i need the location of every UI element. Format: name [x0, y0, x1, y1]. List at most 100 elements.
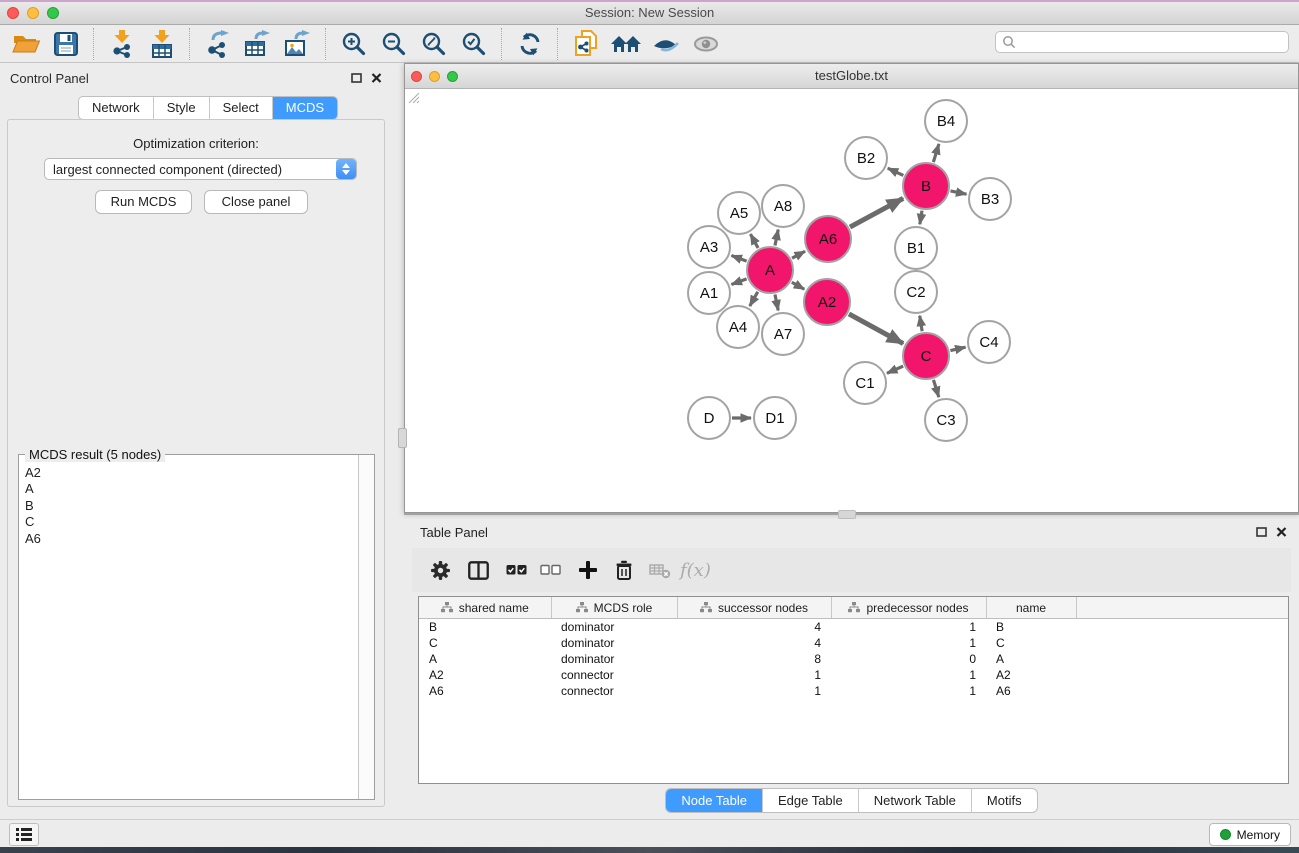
table-row[interactable]: A2connector11A2	[419, 667, 1288, 683]
tab-select[interactable]: Select	[210, 97, 273, 119]
tab-network-table[interactable]: Network Table	[859, 789, 972, 812]
new-network-from-selection-button[interactable]	[566, 27, 606, 61]
vertical-splitter-handle[interactable]	[398, 428, 407, 448]
graph-node-A8[interactable]: A8	[762, 185, 804, 227]
save-session-button[interactable]	[46, 27, 86, 61]
graph-edge[interactable]	[950, 347, 965, 350]
column-header-predecessor-nodes[interactable]: predecessor nodes	[831, 597, 986, 619]
graph-node-A4[interactable]: A4	[717, 306, 759, 348]
export-network-button[interactable]	[198, 27, 238, 61]
export-table-button[interactable]	[238, 27, 278, 61]
graph-node-A[interactable]: A	[747, 247, 793, 293]
graph-node-C3[interactable]: C3	[925, 399, 967, 441]
resize-grip-icon[interactable]	[405, 89, 420, 104]
graph-node-D1[interactable]: D1	[754, 397, 796, 439]
graph-node-A3[interactable]: A3	[688, 226, 730, 268]
tab-edge-table[interactable]: Edge Table	[763, 789, 859, 812]
graph-edge[interactable]	[775, 230, 778, 246]
mcds-result-item[interactable]: C	[25, 514, 353, 530]
graph-node-C2[interactable]: C2	[895, 271, 937, 313]
float-panel-icon[interactable]	[1256, 527, 1267, 537]
zoom-in-button[interactable]	[334, 27, 374, 61]
graph-node-C1[interactable]: C1	[844, 362, 886, 404]
zoom-fit-button[interactable]	[414, 27, 454, 61]
graph-node-B1[interactable]: B1	[895, 227, 937, 269]
graph-edge[interactable]	[849, 314, 903, 344]
tab-mcds[interactable]: MCDS	[273, 97, 337, 119]
graph-node-A2[interactable]: A2	[804, 279, 850, 325]
table-row[interactable]: Adominator80A	[419, 651, 1288, 667]
graph-node-A7[interactable]: A7	[762, 313, 804, 355]
graph-node-D[interactable]: D	[688, 397, 730, 439]
graph-node-B2[interactable]: B2	[845, 137, 887, 179]
delete-column-button[interactable]	[612, 558, 636, 582]
show-columns-button[interactable]	[466, 558, 490, 582]
mcds-result-item[interactable]: A	[25, 481, 353, 497]
mcds-result-item[interactable]: B	[25, 498, 353, 514]
mcds-result-list[interactable]: A2ABCA6	[19, 457, 359, 799]
tab-network[interactable]: Network	[79, 97, 154, 119]
graph-edge[interactable]	[792, 282, 805, 289]
graph-node-A6[interactable]: A6	[805, 216, 851, 262]
cybrowser-button[interactable]	[606, 27, 646, 61]
graph-node-A1[interactable]: A1	[688, 272, 730, 314]
column-header-successor-nodes[interactable]: successor nodes	[677, 597, 831, 619]
task-history-button[interactable]	[9, 823, 39, 846]
column-header-mcds-role[interactable]: MCDS role	[551, 597, 677, 619]
graph-node-C[interactable]: C	[903, 333, 949, 379]
tab-style[interactable]: Style	[154, 97, 210, 119]
graph-edge[interactable]	[950, 191, 966, 194]
graph-edge[interactable]	[731, 255, 746, 261]
graph-node-B4[interactable]: B4	[925, 100, 967, 142]
memory-button[interactable]: Memory	[1209, 823, 1291, 846]
show-graphics-details-button[interactable]	[646, 27, 686, 61]
zoom-selected-button[interactable]	[454, 27, 494, 61]
horizontal-splitter-handle[interactable]	[838, 510, 856, 519]
tab-motifs[interactable]: Motifs	[972, 789, 1037, 812]
graph-edge[interactable]	[731, 279, 746, 285]
search-input[interactable]	[1016, 32, 1288, 52]
close-panel-button[interactable]: Close panel	[204, 190, 308, 214]
tab-node-table[interactable]: Node Table	[666, 789, 763, 812]
mcds-result-item[interactable]: A2	[25, 465, 353, 481]
graph-edge[interactable]	[920, 211, 922, 225]
mcds-result-item[interactable]: A6	[25, 531, 353, 547]
graph-edge[interactable]	[750, 292, 758, 306]
graph-edge[interactable]	[888, 168, 904, 175]
graph-node-C4[interactable]: C4	[968, 321, 1010, 363]
graph-edge[interactable]	[920, 316, 922, 332]
graph-node-A5[interactable]: A5	[718, 192, 760, 234]
import-table-button[interactable]	[142, 27, 182, 61]
graph-edge[interactable]	[750, 234, 758, 248]
run-mcds-button[interactable]: Run MCDS	[95, 190, 192, 214]
close-panel-icon[interactable]	[371, 73, 382, 83]
network-canvas[interactable]: A5A8A6 A3 A A1 A2 A4A7 B4 B2 B B3 B1C2 C4 C C1 C3 D D1	[405, 89, 1298, 512]
graph-edge[interactable]	[933, 144, 939, 162]
graph-node-B[interactable]: B	[903, 163, 949, 209]
zoom-out-button[interactable]	[374, 27, 414, 61]
column-header-name[interactable]: name	[986, 597, 1076, 619]
table-row[interactable]: A6connector11A6	[419, 683, 1288, 699]
deselect-all-button[interactable]	[538, 558, 562, 582]
mcds-list-scrollbar[interactable]	[358, 455, 374, 799]
float-panel-icon[interactable]	[351, 73, 362, 83]
graph-edge[interactable]	[933, 380, 938, 397]
table-row[interactable]: Bdominator41B	[419, 619, 1288, 636]
search-field[interactable]	[995, 31, 1289, 53]
network-graph[interactable]: A5A8A6 A3 A A1 A2 A4A7 B4 B2 B B3 B1C2 C4 C C1 C3 D D1	[405, 89, 1298, 513]
select-all-button[interactable]	[504, 558, 528, 582]
import-network-button[interactable]	[102, 27, 142, 61]
criterion-dropdown[interactable]: largest connected component (directed)	[44, 158, 357, 180]
create-column-button[interactable]	[576, 558, 600, 582]
graph-node-B3[interactable]: B3	[969, 178, 1011, 220]
table-settings-button[interactable]	[428, 558, 452, 582]
close-panel-icon[interactable]	[1276, 527, 1287, 537]
graph-edge[interactable]	[775, 294, 778, 310]
export-image-button[interactable]	[278, 27, 318, 61]
table-row[interactable]: Cdominator41C	[419, 635, 1288, 651]
apply-layout-button[interactable]	[510, 27, 550, 61]
graph-edge[interactable]	[887, 366, 903, 373]
open-session-button[interactable]	[6, 27, 46, 61]
graph-edge[interactable]	[792, 251, 805, 258]
column-header-shared-name[interactable]: shared name	[419, 597, 551, 619]
